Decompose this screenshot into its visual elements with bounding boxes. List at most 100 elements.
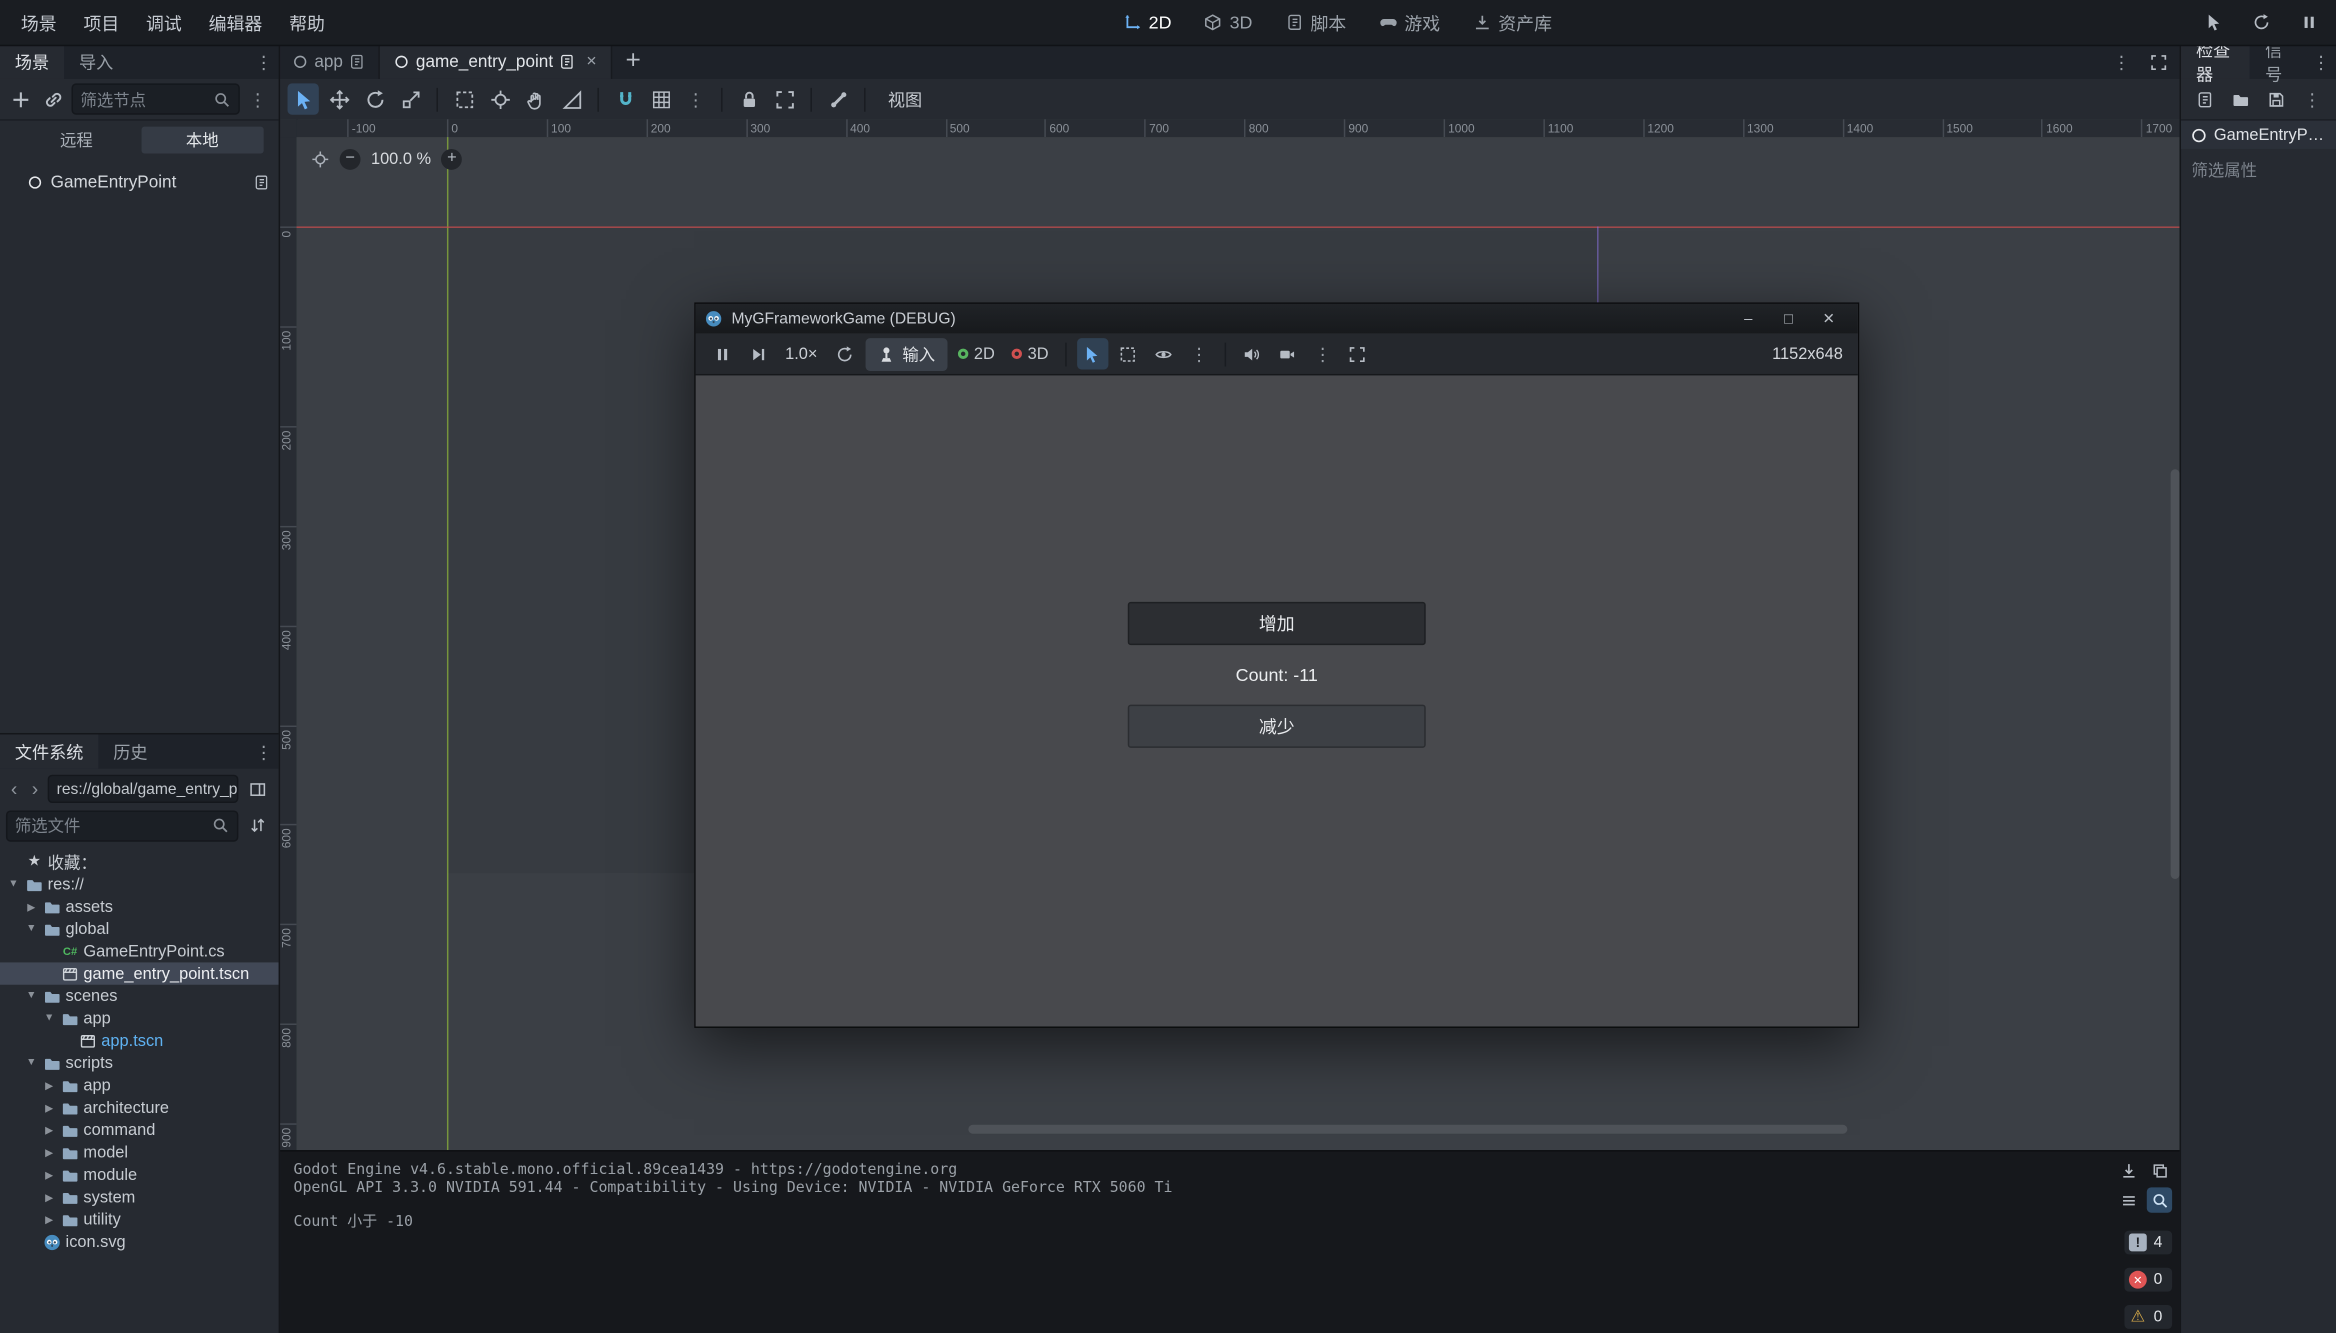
tree-item[interactable]: app.tscn — [0, 1029, 279, 1051]
view-menu-button[interactable]: 视图 — [876, 84, 934, 114]
tree-toggle-icon[interactable]: ▼ — [24, 1058, 39, 1068]
next-frame-button[interactable] — [742, 338, 773, 369]
workspace-assetlib[interactable]: 资产库 — [1460, 5, 1566, 39]
embed-fullscreen-button[interactable] — [1342, 338, 1373, 369]
tree-toggle-icon[interactable]: ▶ — [42, 1102, 57, 1114]
tree-toggle-icon[interactable]: ▶ — [42, 1079, 57, 1091]
cursor-tool-icon[interactable] — [2197, 7, 2228, 38]
snap-options-icon[interactable]: ⋮ — [681, 90, 711, 108]
tab-signals[interactable]: 信号 — [2250, 45, 2306, 79]
copy-log-button[interactable] — [2147, 1158, 2172, 1183]
tab-filesystem[interactable]: 文件系统 — [0, 734, 98, 768]
region-select-button[interactable] — [1113, 338, 1144, 369]
maximize-button[interactable]: □ — [1768, 304, 1808, 334]
remote-button[interactable]: 远程 — [15, 127, 138, 154]
scene-toolbar-menu-icon[interactable]: ⋮ — [243, 90, 273, 108]
tree-toggle-icon[interactable]: ▶ — [42, 1146, 57, 1158]
horizontal-scrollbar[interactable] — [968, 1125, 1847, 1134]
expand-viewport-icon[interactable] — [2150, 53, 2168, 71]
tab-history[interactable]: 历史 — [98, 734, 162, 768]
tree-item[interactable]: ▶module — [0, 1164, 279, 1186]
menu-debug[interactable]: 调试 — [134, 4, 194, 41]
menu-help[interactable]: 帮助 — [277, 4, 337, 41]
tree-item[interactable]: C#GameEntryPoint.cs — [0, 940, 279, 962]
tree-toggle-icon[interactable]: ▼ — [6, 879, 21, 889]
pause-icon[interactable] — [2293, 7, 2324, 38]
message-count-badge[interactable]: ! 4 — [2124, 1231, 2172, 1255]
instance-scene-button[interactable] — [39, 84, 69, 114]
tree-item[interactable]: ▶utility — [0, 1208, 279, 1230]
split-view-icon[interactable] — [243, 774, 273, 804]
camera-options-icon[interactable]: ⋮ — [1308, 345, 1338, 363]
pivot-tool-button[interactable] — [484, 83, 515, 114]
attached-script-icon[interactable] — [253, 174, 269, 190]
tree-toggle-icon[interactable]: ▶ — [42, 1124, 57, 1136]
workspace-game[interactable]: 游戏 — [1366, 5, 1454, 39]
zoom-in-button[interactable]: + — [442, 149, 463, 170]
close-tab-icon[interactable]: ✕ — [586, 54, 597, 70]
tree-item[interactable]: ▼scenes — [0, 985, 279, 1007]
increase-button[interactable]: 增加 — [1128, 602, 1426, 645]
tree-toggle-icon[interactable]: ▶ — [24, 901, 39, 913]
game-select-tool-button[interactable] — [1077, 338, 1108, 369]
inspector-menu-icon[interactable]: ⋮ — [2306, 45, 2336, 79]
tab-list-menu-icon[interactable]: ⋮ — [2107, 53, 2137, 71]
tree-toggle-icon[interactable]: ▼ — [24, 924, 39, 934]
pan-tool-button[interactable] — [520, 83, 551, 114]
scale-tool-button[interactable] — [395, 83, 426, 114]
tree-item[interactable]: ▼app — [0, 1007, 279, 1029]
scene-tab-game-entry-point[interactable]: game_entry_point ✕ — [380, 45, 612, 79]
tree-item[interactable]: ▶architecture — [0, 1096, 279, 1118]
scene-tree-root-node[interactable]: GameEntryPoint — [0, 168, 279, 196]
tree-toggle-icon[interactable]: ▶ — [42, 1191, 57, 1203]
minimize-button[interactable]: – — [1728, 304, 1768, 334]
tab-inspector[interactable]: 检查器 — [2181, 45, 2250, 79]
current-path-field[interactable]: res://global/game_entry_p — [48, 775, 239, 803]
audio-mute-button[interactable] — [1236, 338, 1267, 369]
zoom-out-button[interactable]: − — [340, 149, 361, 170]
tree-toggle-icon[interactable]: ▼ — [24, 991, 39, 1001]
filter-properties-input[interactable]: 筛选属性 — [2181, 149, 2336, 191]
ruler-tool-button[interactable] — [556, 83, 587, 114]
grid-snap-button[interactable] — [645, 83, 676, 114]
select-tool-button[interactable] — [288, 83, 319, 114]
lock-node-button[interactable] — [733, 83, 764, 114]
inspector-tools-icon[interactable]: ⋮ — [2297, 90, 2327, 108]
move-tool-button[interactable] — [323, 83, 354, 114]
skeleton-options-button[interactable] — [822, 83, 853, 114]
menu-editor[interactable]: 编辑器 — [197, 4, 274, 41]
decrease-button[interactable]: 减少 — [1128, 705, 1426, 748]
nav-forward-icon[interactable]: › — [27, 778, 43, 800]
menu-scene[interactable]: 场景 — [9, 4, 69, 41]
filesystem-menu-icon[interactable]: ⋮ — [249, 734, 279, 768]
tree-item[interactable]: ▶system — [0, 1186, 279, 1208]
search-log-button[interactable] — [2147, 1187, 2172, 1212]
local-button[interactable]: 本地 — [141, 127, 264, 154]
visibility-button[interactable] — [1148, 338, 1179, 369]
mode-3d-button[interactable]: 3D — [1005, 342, 1054, 366]
tree-item[interactable]: ▶command — [0, 1119, 279, 1141]
tab-import[interactable]: 导入 — [64, 45, 128, 79]
mode-2d-button[interactable]: 2D — [952, 342, 1001, 366]
new-resource-icon[interactable] — [2190, 84, 2218, 114]
focus-selection-icon[interactable] — [311, 150, 329, 168]
select-options-icon[interactable]: ⋮ — [1184, 345, 1214, 363]
tree-toggle-icon[interactable]: ▶ — [42, 1213, 57, 1225]
collapse-log-button[interactable] — [2116, 1187, 2141, 1212]
workspace-3d[interactable]: 3D — [1191, 7, 1266, 37]
tree-item[interactable]: ▼res:// — [0, 873, 279, 895]
smart-snap-button[interactable] — [609, 83, 640, 114]
error-count-badge[interactable]: ✕ 0 — [2124, 1268, 2172, 1292]
reset-speed-icon[interactable] — [829, 338, 860, 369]
menu-project[interactable]: 项目 — [72, 4, 132, 41]
camera-override-button[interactable] — [1272, 338, 1303, 369]
tree-item[interactable]: ▼scripts — [0, 1052, 279, 1074]
tree-toggle-icon[interactable]: ▶ — [42, 1169, 57, 1181]
tree-item[interactable]: ▼global — [0, 918, 279, 940]
filter-nodes-input[interactable]: 筛选节点 — [72, 83, 240, 114]
load-resource-icon[interactable] — [2226, 84, 2254, 114]
filter-files-input[interactable]: 筛选文件 — [6, 810, 238, 841]
tree-toggle-icon[interactable]: ▼ — [42, 1013, 57, 1023]
scene-dock-menu-icon[interactable]: ⋮ — [249, 45, 279, 79]
add-node-button[interactable] — [6, 84, 36, 114]
